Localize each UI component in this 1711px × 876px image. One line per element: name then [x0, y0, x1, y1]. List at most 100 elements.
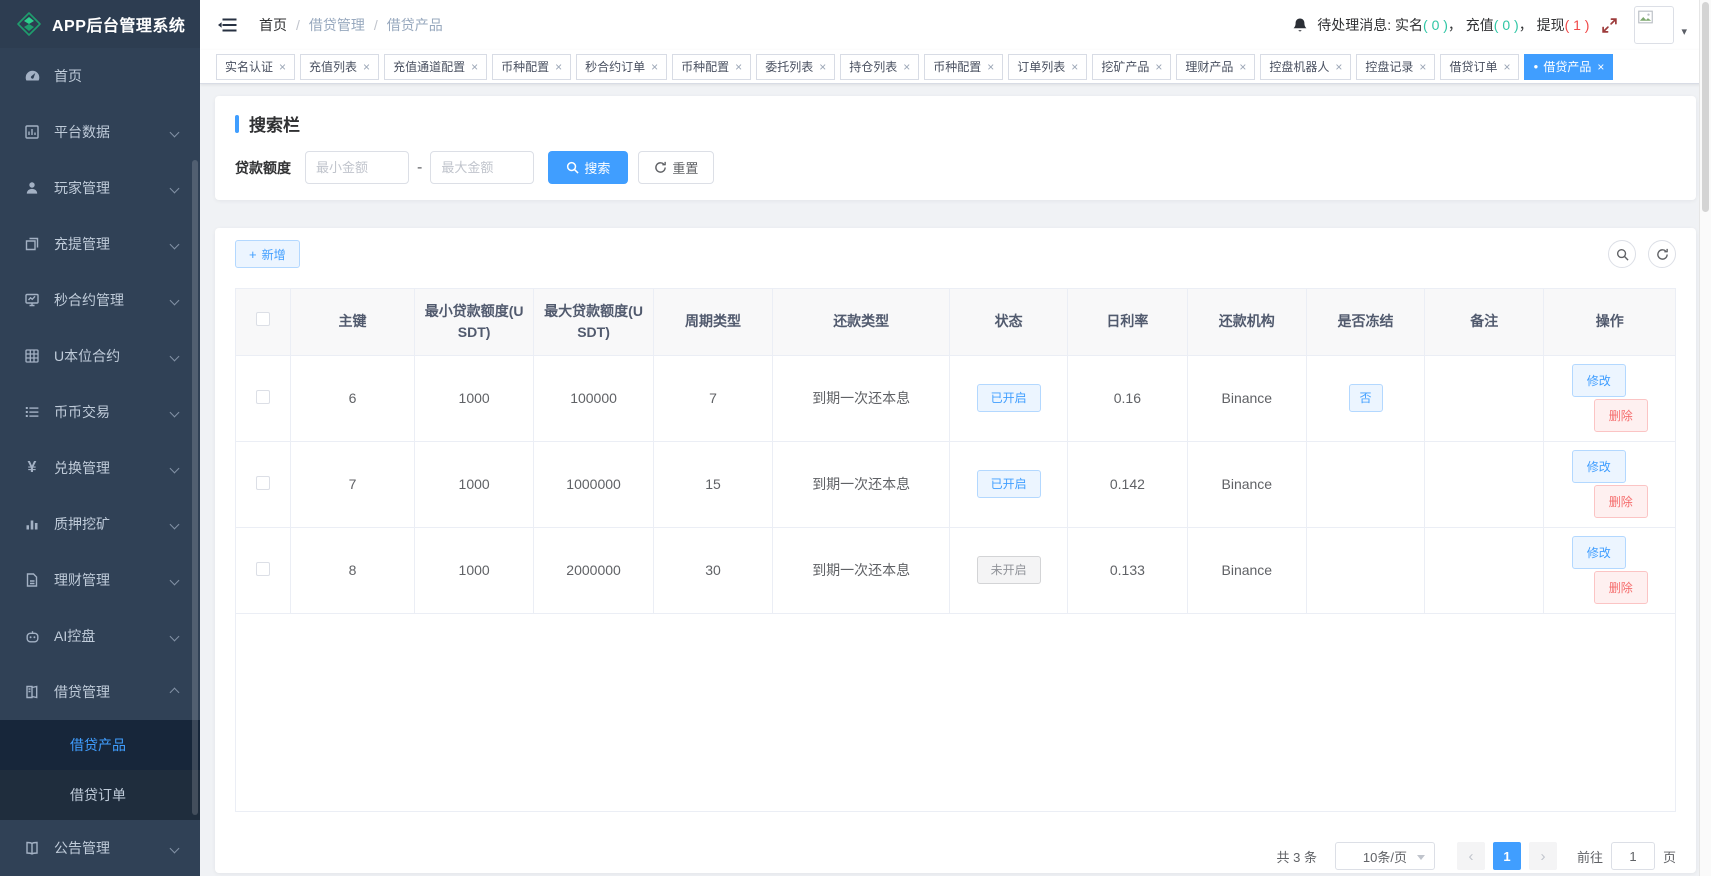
- close-icon[interactable]: ×: [471, 61, 478, 73]
- row-checkbox[interactable]: [256, 390, 270, 404]
- close-icon[interactable]: ×: [651, 61, 658, 73]
- cell-remark: [1425, 441, 1544, 527]
- close-icon[interactable]: ×: [555, 61, 562, 73]
- sidebar-item-players[interactable]: 玩家管理: [0, 160, 200, 216]
- status-toggle[interactable]: 未开启: [977, 556, 1041, 584]
- sidebar-item-ai-robot[interactable]: AI控盘: [0, 608, 200, 664]
- breadcrumb-current: 借贷产品: [387, 15, 443, 35]
- tab-lending-products[interactable]: ●借贷产品×: [1524, 54, 1613, 80]
- close-icon[interactable]: ×: [987, 61, 994, 73]
- tab-robot[interactable]: 控盘机器人×: [1260, 54, 1351, 80]
- page-scrollbar[interactable]: [1699, 0, 1711, 876]
- tab-deposit-channel-config[interactable]: 充值通道配置×: [384, 54, 487, 80]
- tab-position-list[interactable]: 持仓列表×: [840, 54, 919, 80]
- reset-button[interactable]: 重置: [638, 151, 714, 184]
- frozen-toggle[interactable]: 否: [1349, 384, 1383, 412]
- sidebar-item-lending[interactable]: 借贷管理: [0, 664, 200, 720]
- sidebar-scrollbar[interactable]: [192, 160, 198, 815]
- row-checkbox[interactable]: [256, 476, 270, 490]
- max-amount-input[interactable]: [430, 151, 534, 184]
- chevron-down-icon: [170, 843, 180, 853]
- select-all-checkbox[interactable]: [256, 312, 270, 326]
- delete-button[interactable]: 删除: [1594, 571, 1648, 604]
- close-icon[interactable]: ×: [903, 61, 910, 73]
- sidebar-item-spot-trade[interactable]: 币币交易: [0, 384, 200, 440]
- status-toggle[interactable]: 已开启: [977, 470, 1041, 498]
- edit-button[interactable]: 修改: [1572, 536, 1626, 569]
- sidebar-item-platform-data[interactable]: 平台数据: [0, 104, 200, 160]
- edit-button[interactable]: 修改: [1572, 450, 1626, 483]
- fullscreen-icon[interactable]: [1601, 17, 1618, 34]
- sidebar-item-dashboard[interactable]: 首页: [0, 48, 200, 104]
- chevron-down-icon: [170, 127, 180, 137]
- refresh-icon: [654, 161, 667, 174]
- title-accent-bar: [235, 115, 239, 133]
- row-checkbox[interactable]: [256, 562, 270, 576]
- tab-robot-records[interactable]: 控盘记录×: [1356, 54, 1435, 80]
- close-icon[interactable]: ×: [279, 61, 286, 73]
- page-size-select[interactable]: 10条/页: [1335, 842, 1435, 870]
- sidebar-item-usdt-contract[interactable]: U本位合约: [0, 328, 200, 384]
- close-icon[interactable]: ×: [1071, 61, 1078, 73]
- cell-rate: 0.142: [1068, 441, 1187, 527]
- msg-deposit-count[interactable]: ( 0 ): [1494, 17, 1519, 33]
- sidebar-item-lending-orders[interactable]: 借贷订单: [0, 770, 200, 820]
- cell-org: Binance: [1187, 355, 1306, 441]
- tab-lending-orders[interactable]: 借贷订单×: [1440, 54, 1519, 80]
- status-toggle[interactable]: 已开启: [977, 384, 1041, 412]
- add-button[interactable]: + 新增: [235, 240, 300, 268]
- close-icon[interactable]: ×: [735, 61, 742, 73]
- sidebar-item-announcement[interactable]: 公告管理: [0, 820, 200, 876]
- msg-withdraw-count[interactable]: ( 1 ): [1565, 17, 1590, 33]
- sidebar-item-deposit-withdraw[interactable]: 充提管理: [0, 216, 200, 272]
- msg-realname-count[interactable]: ( 0 ): [1423, 17, 1448, 33]
- sidebar-item-staking[interactable]: 质押挖矿: [0, 496, 200, 552]
- tab-entrust-list[interactable]: 委托列表×: [756, 54, 835, 80]
- table-search-icon[interactable]: [1608, 240, 1636, 268]
- close-icon[interactable]: ×: [1155, 61, 1162, 73]
- cell-repay: 到期一次还本息: [773, 441, 950, 527]
- tab-realname-auth[interactable]: 实名认证×: [216, 54, 295, 80]
- close-icon[interactable]: ×: [363, 61, 370, 73]
- close-icon[interactable]: ×: [1503, 61, 1510, 73]
- menu-fold-icon[interactable]: [214, 13, 241, 37]
- chevron-up-icon: [170, 687, 180, 697]
- search-button[interactable]: 搜索: [548, 151, 628, 184]
- tab-order-list[interactable]: 订单列表×: [1008, 54, 1087, 80]
- close-icon[interactable]: ×: [819, 61, 826, 73]
- tab-seconds-orders[interactable]: 秒合约订单×: [576, 54, 667, 80]
- table-refresh-icon[interactable]: [1648, 240, 1676, 268]
- table-panel: + 新增: [215, 228, 1696, 873]
- delete-button[interactable]: 删除: [1594, 399, 1648, 432]
- close-icon[interactable]: ×: [1335, 61, 1342, 73]
- delete-button[interactable]: 删除: [1594, 485, 1648, 518]
- edit-button[interactable]: 修改: [1572, 364, 1626, 397]
- announcement-icon: [22, 840, 42, 856]
- next-page-button[interactable]: ›: [1529, 842, 1557, 870]
- prev-page-button[interactable]: ‹: [1457, 842, 1485, 870]
- sidebar-item-seconds-contract[interactable]: 秒合约管理: [0, 272, 200, 328]
- min-amount-input[interactable]: [305, 151, 409, 184]
- ai-robot-icon: [22, 628, 42, 645]
- caret-down-icon[interactable]: ▾: [1681, 25, 1687, 38]
- goto-page-input[interactable]: [1611, 842, 1655, 870]
- page-number-current[interactable]: 1: [1493, 842, 1521, 870]
- tab-coin-config-3[interactable]: 币种配置×: [924, 54, 1003, 80]
- breadcrumb-home[interactable]: 首页: [259, 15, 287, 35]
- tab-deposit-list[interactable]: 充值列表×: [300, 54, 379, 80]
- close-icon[interactable]: ×: [1597, 61, 1604, 73]
- broken-image-icon: [1638, 10, 1653, 24]
- close-icon[interactable]: ×: [1239, 61, 1246, 73]
- close-icon[interactable]: ×: [1419, 61, 1426, 73]
- table-toolbar: + 新增: [235, 240, 1676, 268]
- avatar[interactable]: [1634, 6, 1674, 44]
- tab-wealth-products[interactable]: 理财产品×: [1176, 54, 1255, 80]
- bell-icon[interactable]: [1292, 17, 1308, 34]
- scrollbar-thumb[interactable]: [1702, 2, 1709, 212]
- sidebar-item-lending-products[interactable]: 借贷产品: [0, 720, 200, 770]
- tab-coin-config-2[interactable]: 币种配置×: [672, 54, 751, 80]
- tab-mining-products[interactable]: 挖矿产品×: [1092, 54, 1171, 80]
- sidebar-item-wealth[interactable]: 理财管理: [0, 552, 200, 608]
- tab-coin-config-1[interactable]: 币种配置×: [492, 54, 571, 80]
- sidebar-item-exchange[interactable]: ¥ 兑换管理: [0, 440, 200, 496]
